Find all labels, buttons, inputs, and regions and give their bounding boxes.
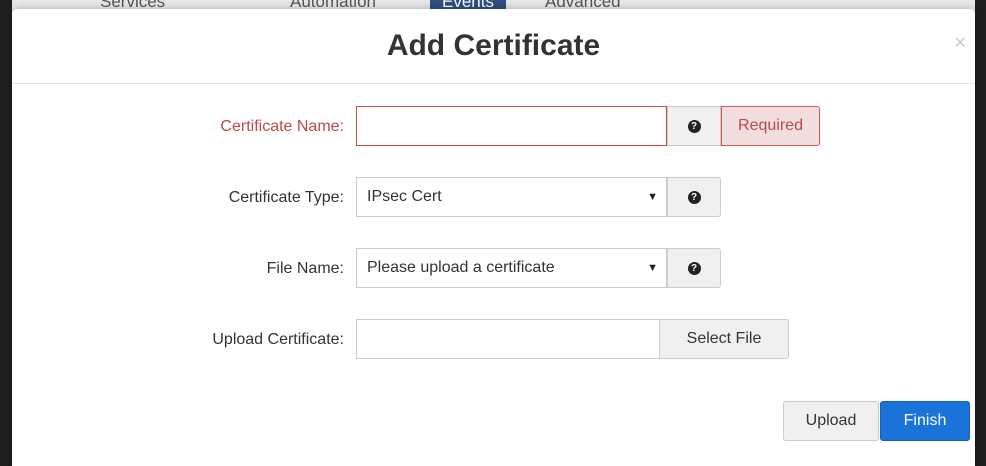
upload-certificate-label: Upload Certificate: [212,331,344,348]
caret-down-icon: ▼ [647,262,658,274]
certificate-type-label: Certificate Type: [228,189,344,206]
certificate-type-selected: IPsec Cert [367,188,442,205]
file-name-row: File Name: Please upload a certificate ▼… [12,248,975,290]
select-file-button[interactable]: Select File [659,319,789,359]
backdrop-left [0,0,12,466]
certificate-type-help-button[interactable]: ? [667,177,721,217]
modal-header: Add Certificate × [12,9,975,84]
certificate-type-select[interactable]: IPsec Cert ▼ [356,177,667,217]
file-name-select[interactable]: Please upload a certificate ▼ [356,248,667,288]
file-name-selected: Please upload a certificate [367,259,555,276]
caret-down-icon: ▼ [647,191,658,203]
finish-button[interactable]: Finish [880,401,970,441]
certificate-name-help-button[interactable]: ? [667,106,721,146]
required-badge: Required [721,106,820,146]
certificate-type-row: Certificate Type: IPsec Cert ▼ ? [12,177,975,219]
file-name-help-button[interactable]: ? [667,248,721,288]
add-certificate-modal: Add Certificate × Certificate Name: ? Re… [12,9,975,466]
upload-certificate-input[interactable] [356,319,660,359]
certificate-name-input[interactable] [356,106,667,146]
question-circle-icon: ? [687,190,701,204]
modal-title: Add Certificate [386,29,601,62]
upload-button[interactable]: Upload [783,401,879,441]
question-circle-icon: ? [687,261,701,275]
close-icon[interactable]: × [954,33,966,53]
certificate-name-label: Certificate Name: [220,118,344,135]
upload-certificate-row: Upload Certificate: Select File [12,319,975,361]
certificate-name-row: Certificate Name: ? Required [12,106,975,148]
backdrop-right [975,0,986,466]
question-circle-icon: ? [687,119,701,133]
file-name-label: File Name: [266,260,344,277]
